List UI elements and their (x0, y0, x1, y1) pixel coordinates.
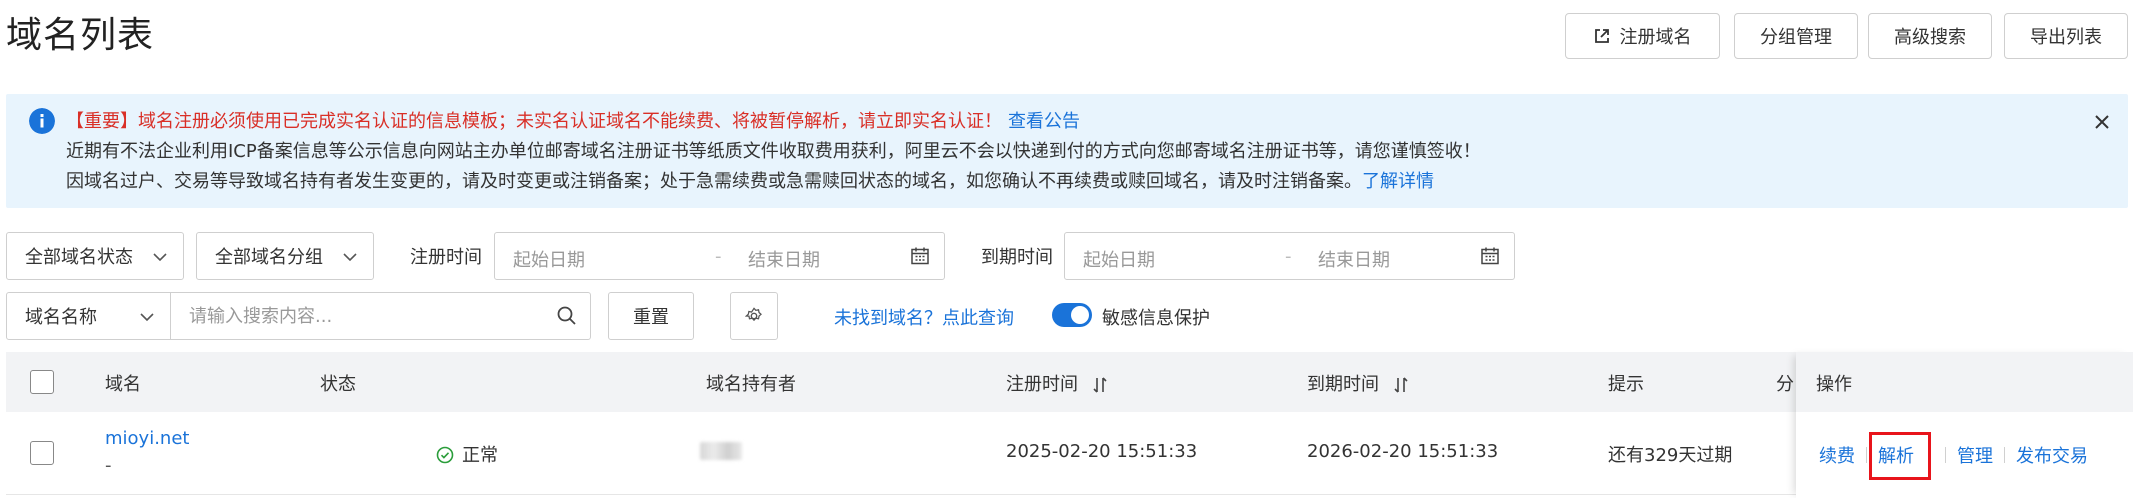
close-icon[interactable] (2092, 112, 2112, 132)
exp-time-range[interactable]: 起始日期 - 结束日期 (1064, 232, 1515, 280)
select-all-checkbox[interactable] (30, 370, 54, 394)
row-checkbox[interactable] (30, 441, 54, 465)
page-title: 域名列表 (6, 15, 155, 56)
domain-group-value: 全部域名分组 (215, 247, 323, 268)
op-divider (2004, 447, 2005, 463)
hint-cell: 还有329天过期 (1608, 445, 1733, 466)
toggle-knob (1071, 306, 1089, 324)
sort-icon[interactable] (1092, 376, 1108, 394)
calendar-icon[interactable] (1480, 246, 1500, 266)
holder-masked (700, 442, 742, 460)
calendar-icon[interactable] (910, 246, 930, 266)
privacy-protection-toggle[interactable] (1052, 303, 1092, 327)
column-exp-time[interactable]: 到期时间 (1307, 370, 1409, 396)
reset-button[interactable]: 重置 (608, 292, 694, 340)
reg-time-range[interactable]: 起始日期 - 结束日期 (494, 232, 945, 280)
advanced-search-button[interactable]: 高级搜索 (1868, 13, 1992, 59)
status-cell: 正常 (436, 441, 498, 467)
operations-column: 操作 (1796, 352, 2133, 498)
external-link-icon (1594, 29, 1609, 43)
exp-start-date[interactable]: 起始日期 (1083, 246, 1155, 272)
learn-more-link[interactable]: 了解详情 (1362, 171, 1434, 192)
domain-name-link[interactable]: mioyi.net (105, 428, 189, 449)
export-list-button[interactable]: 导出列表 (2004, 13, 2128, 59)
column-ops: 操作 (1816, 374, 1852, 395)
domain-status-select[interactable]: 全部域名状态 (6, 232, 184, 280)
manage-link[interactable]: 管理 (1957, 442, 1993, 468)
publish-trade-link[interactable]: 发布交易 (2016, 442, 2088, 468)
info-icon (29, 108, 55, 134)
operations-header: 操作 (1796, 352, 2133, 412)
range-separator: - (715, 246, 722, 267)
exp-time-label: 到期时间 (981, 247, 1053, 268)
privacy-protection-label: 敏感信息保护 (1102, 308, 1210, 329)
search-input[interactable] (170, 292, 591, 340)
notice-transfer-text: 因域名过户、交易等导致域名持有者发生变更的，请及时变更或注销备案；处于急需续费或… (66, 171, 1362, 192)
important-notice: 【重要】域名注册必须使用已完成实名认证的信息模板；未实名认证域名不能续费、将被暂… (6, 94, 2128, 208)
group-manage-button[interactable]: 分组管理 (1734, 13, 1858, 59)
notice-line-transfer: 因域名过户、交易等导致域名持有者发生变更的，请及时变更或注销备案；处于急需续费或… (66, 167, 1434, 193)
column-status: 状态 (320, 374, 356, 395)
sort-icon[interactable] (1393, 376, 1409, 394)
chevron-down-icon (153, 253, 167, 262)
column-exp-time-label: 到期时间 (1307, 374, 1379, 395)
column-reg-time[interactable]: 注册时间 (1006, 370, 1108, 396)
reg-end-date[interactable]: 结束日期 (748, 246, 820, 272)
range-separator: - (1285, 246, 1292, 267)
domain-not-found-link[interactable]: 未找到域名？点此查询 (834, 304, 1014, 330)
highlight-box (1869, 432, 1931, 480)
column-domain: 域名 (105, 374, 141, 395)
view-announcement-link[interactable]: 查看公告 (1008, 111, 1080, 132)
notice-line-important: 【重要】域名注册必须使用已完成实名认证的信息模板；未实名认证域名不能续费、将被暂… (66, 107, 1080, 133)
renew-link[interactable]: 续费 (1819, 442, 1855, 468)
exp-end-date[interactable]: 结束日期 (1318, 246, 1390, 272)
notice-important-text: 【重要】域名注册必须使用已完成实名认证的信息模板；未实名认证域名不能续费、将被暂… (66, 111, 1002, 132)
column-reg-time-label: 注册时间 (1006, 374, 1078, 395)
search-field-value: 域名名称 (25, 307, 97, 328)
settings-button[interactable] (730, 292, 778, 340)
op-divider (1945, 447, 1946, 463)
domain-sub-text: - (105, 455, 112, 476)
check-circle-icon (436, 446, 454, 464)
column-hint: 提示 (1608, 374, 1644, 395)
register-domain-button[interactable]: 注册域名 (1565, 13, 1720, 59)
notice-line-fraud: 近期有不法企业利用ICP备案信息等公示信息向网站主办单位邮寄域名注册证书等纸质文… (66, 141, 1481, 162)
exp-time-cell: 2026-02-20 15:51:33 (1307, 441, 1499, 462)
column-holder: 域名持有者 (706, 374, 796, 395)
register-domain-label: 注册域名 (1619, 27, 1692, 48)
reg-time-label: 注册时间 (410, 247, 482, 268)
column-group-partial: 分 (1776, 374, 1794, 395)
op-divider (1866, 447, 1867, 463)
search-field-select[interactable]: 域名名称 (6, 292, 171, 340)
search-icon[interactable] (556, 305, 578, 327)
reg-start-date[interactable]: 起始日期 (513, 246, 585, 272)
chevron-down-icon (343, 253, 357, 262)
gear-icon (745, 307, 762, 322)
chevron-down-icon (140, 313, 154, 322)
reg-time-cell: 2025-02-20 15:51:33 (1006, 441, 1198, 462)
domain-status-value: 全部域名状态 (25, 247, 133, 268)
domain-group-select[interactable]: 全部域名分组 (196, 232, 374, 280)
status-text: 正常 (462, 445, 498, 466)
